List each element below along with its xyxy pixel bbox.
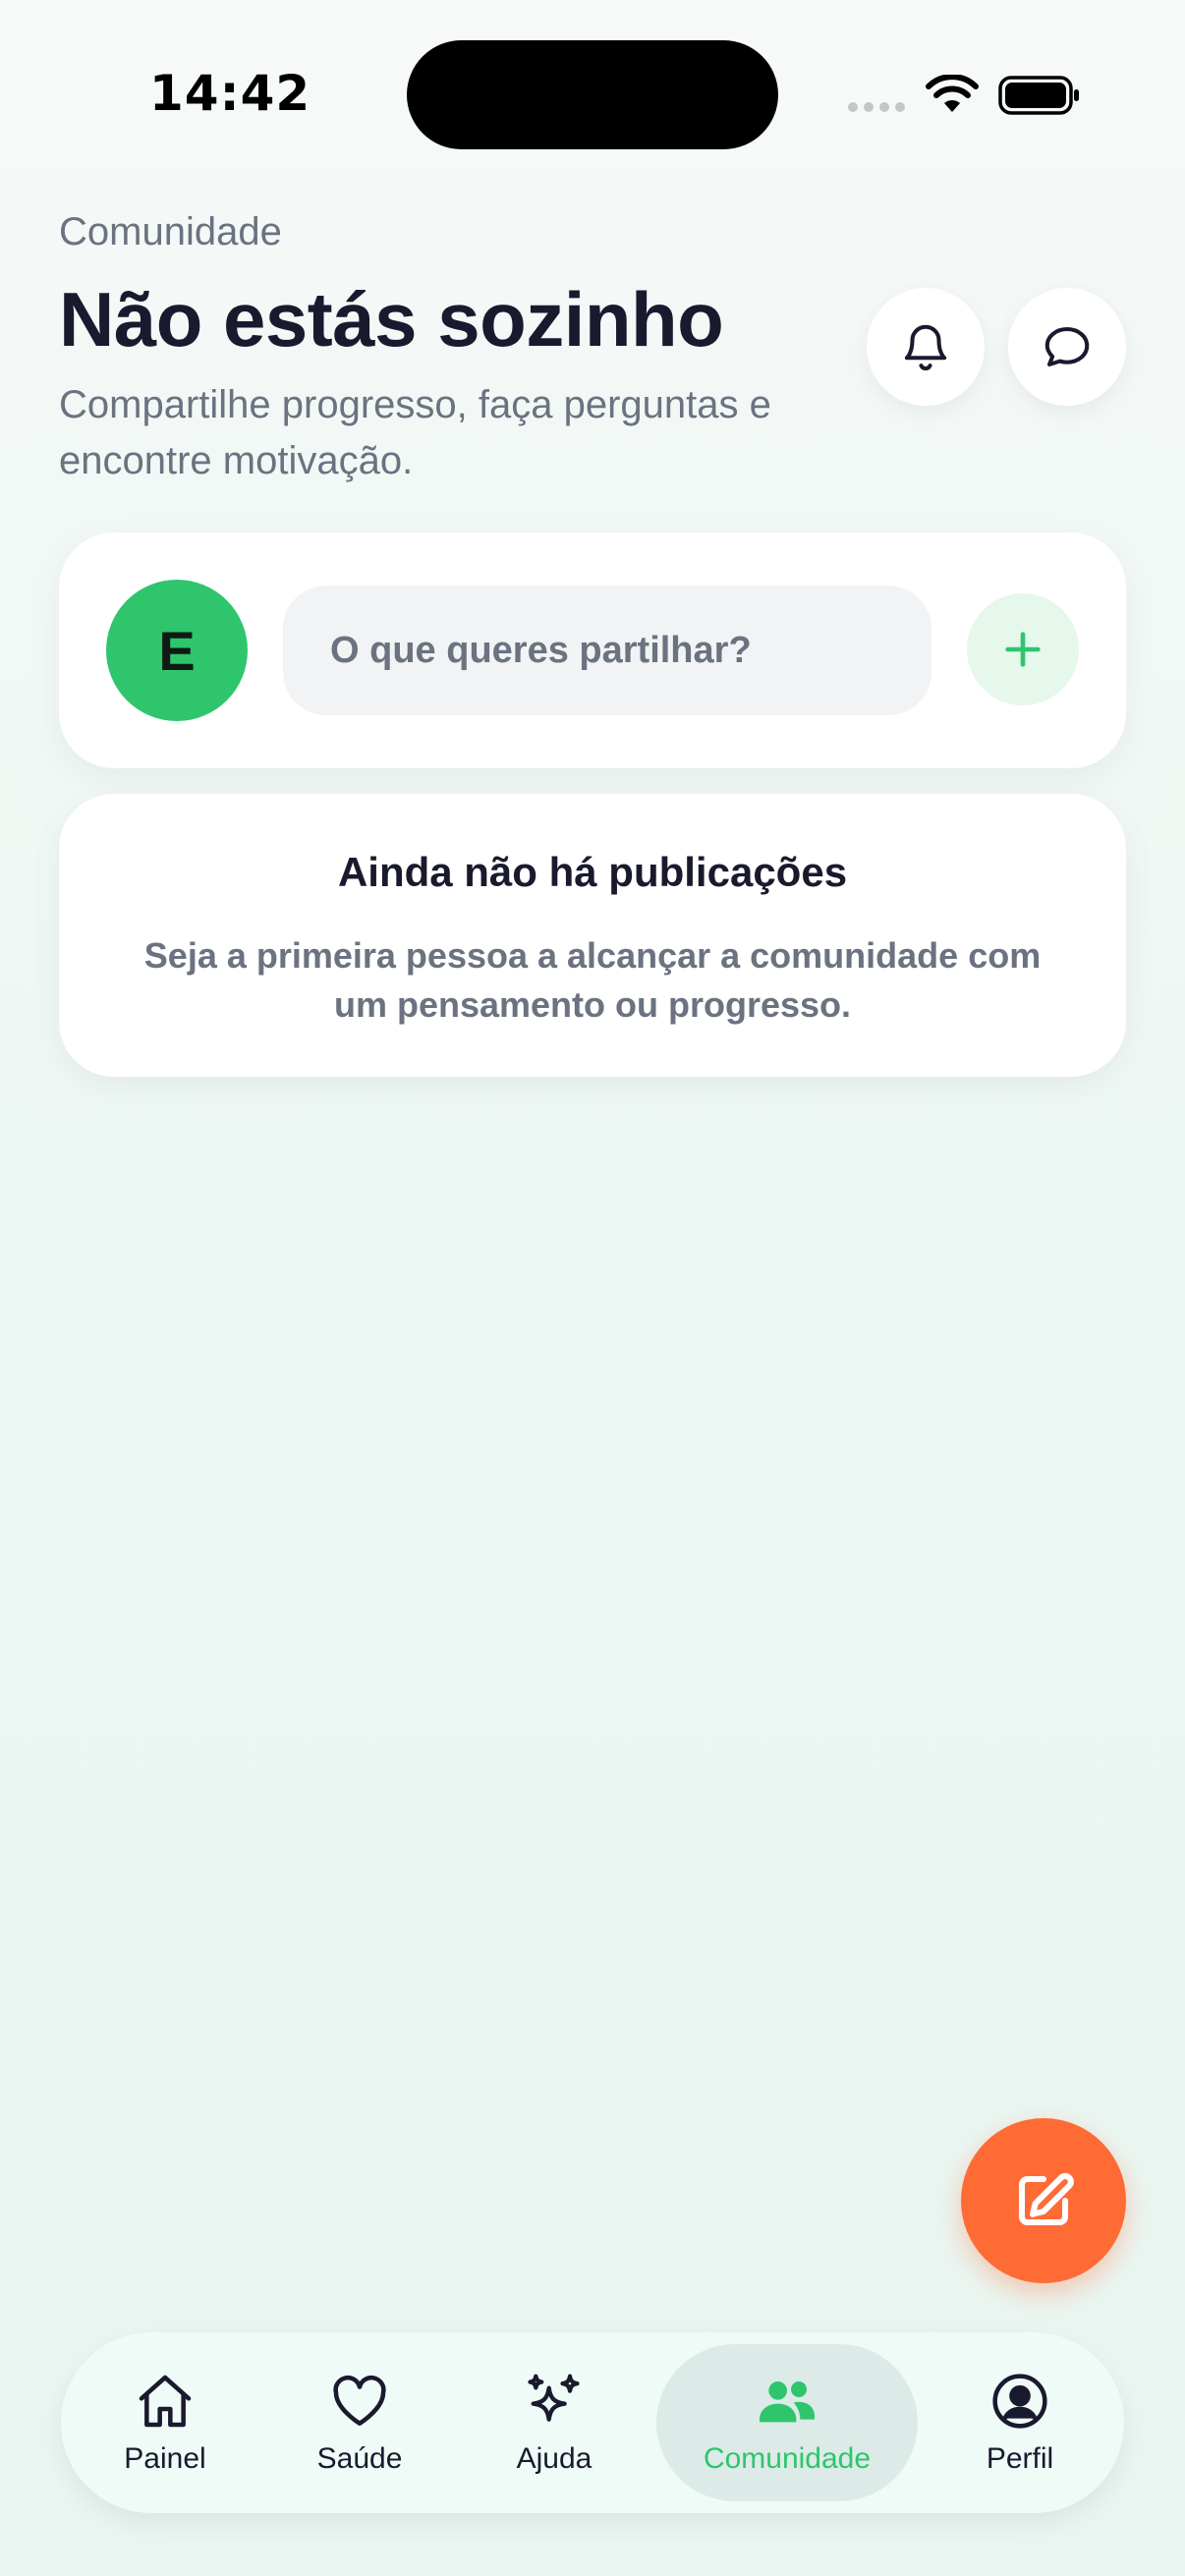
edit-icon: [1018, 2172, 1074, 2226]
heart-icon: [333, 2375, 386, 2426]
nav-item-painel[interactable]: Painel: [83, 2344, 248, 2501]
plus-icon: [1005, 632, 1041, 667]
chat-bubble-icon: [1044, 326, 1090, 367]
post-input[interactable]: O que queres partilhar?: [283, 586, 931, 715]
messages-button[interactable]: [1008, 288, 1126, 406]
users-icon: [760, 2381, 815, 2423]
section-label: Comunidade: [59, 210, 282, 253]
bell-icon: [904, 324, 947, 370]
nav-label-saude: Saúde: [316, 2442, 403, 2475]
nav-item-ajuda[interactable]: Ajuda: [472, 2344, 637, 2501]
cellular-signal-icon: [848, 102, 905, 112]
sparkles-icon: [528, 2374, 580, 2422]
bottom-nav: Painel Saúde Ajuda Comunidade Perfil: [61, 2332, 1124, 2513]
nav-item-perfil[interactable]: Perfil: [937, 2344, 1102, 2501]
dynamic-island: [407, 40, 778, 149]
compose-fab-button[interactable]: [961, 2118, 1126, 2283]
empty-state-card: Ainda não há publicações Seja a primeira…: [59, 794, 1126, 1077]
page-subtitle: Compartilhe progresso, faça perguntas e …: [59, 383, 771, 482]
home-icon: [139, 2375, 192, 2428]
nav-item-saude[interactable]: Saúde: [277, 2344, 442, 2501]
notifications-button[interactable]: [867, 288, 985, 406]
nav-label-ajuda: Ajuda: [516, 2442, 592, 2475]
empty-state-title: Ainda não há publicações: [337, 849, 848, 895]
avatar[interactable]: E: [106, 580, 248, 721]
nav-label-painel: Painel: [124, 2442, 206, 2475]
nav-label-perfil: Perfil: [986, 2442, 1054, 2475]
composer-card: E O que queres partilhar?: [59, 532, 1126, 768]
nav-item-comunidade[interactable]: Comunidade: [656, 2344, 918, 2501]
battery-icon: [998, 76, 1079, 115]
user-circle-icon: [992, 2374, 1047, 2429]
status-bar: 14:42: [0, 0, 1185, 196]
page-title: Não estás sozinho: [59, 276, 724, 363]
empty-state-text: Seja a primeira pessoa a alcançar a comu…: [143, 935, 1042, 1025]
wifi-icon: [926, 75, 979, 112]
status-time: 14:42: [149, 65, 311, 122]
nav-label-comunidade: Comunidade: [703, 2442, 872, 2475]
add-post-button[interactable]: [967, 593, 1079, 705]
